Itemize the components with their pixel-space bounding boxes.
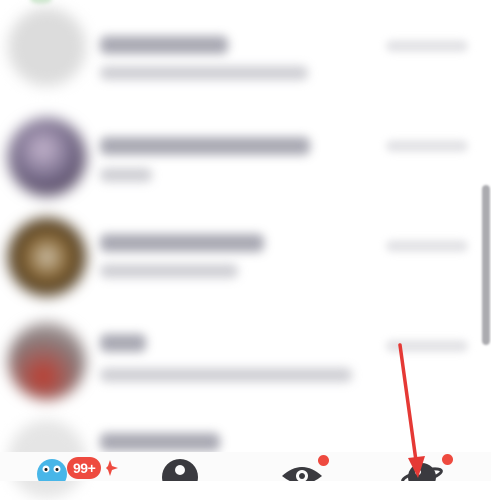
conversation-list[interactable] xyxy=(0,0,491,498)
avatar xyxy=(8,322,86,400)
conversation-preview-blurred xyxy=(100,66,308,80)
conversation-name-blurred xyxy=(100,137,310,155)
conversation-time-blurred xyxy=(386,40,468,52)
space-notification-dot xyxy=(442,454,453,465)
conversation-name-blurred xyxy=(100,234,264,252)
avatar xyxy=(8,218,86,296)
conversation-time-blurred xyxy=(386,340,468,352)
conversation-time-blurred xyxy=(386,240,468,252)
tab-contacts[interactable] xyxy=(150,452,210,481)
avatar xyxy=(8,118,86,196)
discover-notification-dot xyxy=(318,455,329,466)
conversation-name-blurred xyxy=(100,36,228,54)
avatar xyxy=(8,8,86,86)
conversation-item-4[interactable] xyxy=(0,300,480,400)
unread-count-badge: 99+ xyxy=(67,457,102,479)
conversation-preview-blurred xyxy=(100,264,238,278)
conversation-name-blurred xyxy=(100,334,146,352)
conversation-item-5[interactable] xyxy=(0,400,480,500)
scrollbar[interactable] xyxy=(482,185,490,345)
conversation-item-2[interactable] xyxy=(0,100,480,200)
conversation-name-blurred xyxy=(100,433,220,451)
person-icon xyxy=(162,459,198,481)
conversation-preview-blurred xyxy=(100,368,352,382)
conversation-item-3[interactable] xyxy=(0,200,480,300)
conversation-time-blurred xyxy=(386,140,468,152)
conversation-item-1[interactable] xyxy=(0,0,480,100)
conversation-preview-blurred xyxy=(100,168,152,182)
sparkle-icon xyxy=(106,460,118,476)
